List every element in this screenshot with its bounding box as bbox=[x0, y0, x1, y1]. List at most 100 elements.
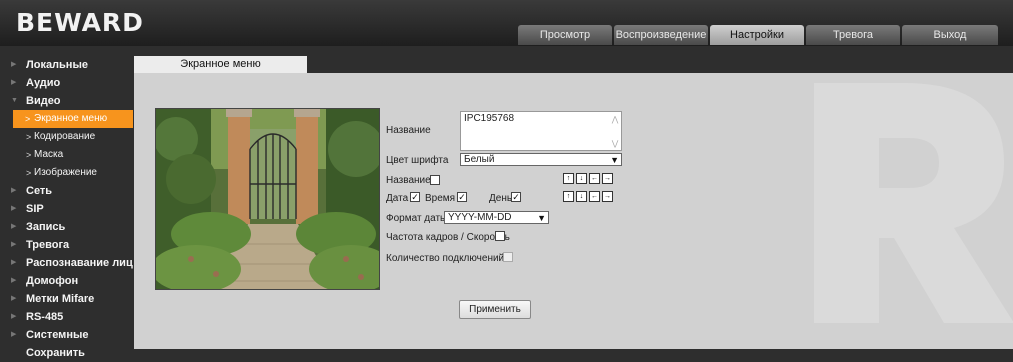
font-color-value: Белый bbox=[464, 154, 495, 165]
sidebar-item-alarm[interactable]: ▶ Тревога bbox=[0, 236, 133, 254]
datetime-position-buttons: ↑ ↓ ← → bbox=[563, 191, 615, 202]
checkmark-icon: ✓ bbox=[411, 192, 419, 202]
time-label: Время bbox=[425, 193, 456, 204]
osd-settings-panel: Название IPC195768 ⋀ ⋁ Цвет шрифта Белый … bbox=[134, 73, 1013, 349]
tab-playback[interactable]: Воспроизведение bbox=[614, 25, 708, 45]
collapsed-arrow-icon: ▶ bbox=[11, 331, 17, 338]
beward-watermark-icon bbox=[814, 83, 1013, 323]
apply-button[interactable]: Применить bbox=[459, 300, 531, 319]
sidebar-item-label: Системные bbox=[26, 329, 89, 341]
framerate-checkbox[interactable] bbox=[495, 231, 505, 241]
collapsed-arrow-icon: ▶ bbox=[11, 205, 17, 212]
sidebar-item-encoding[interactable]: > Кодирование bbox=[0, 128, 133, 146]
sidebar-item-label: Метки Mifare bbox=[26, 293, 95, 305]
tab-settings[interactable]: Настройки bbox=[710, 25, 804, 45]
tab-osd[interactable]: Экранное меню bbox=[134, 56, 307, 73]
collapsed-arrow-icon: ▶ bbox=[11, 295, 17, 302]
name-label: Название bbox=[386, 125, 431, 136]
date-format-label: Формат даты bbox=[386, 213, 448, 224]
collapsed-arrow-icon: ▶ bbox=[11, 241, 17, 248]
scroll-up-icon: ⋀ bbox=[611, 115, 619, 124]
camera-preview-image bbox=[156, 109, 379, 289]
time-checkbox[interactable]: ✓ bbox=[457, 192, 467, 202]
move-left-button[interactable]: ← bbox=[589, 173, 600, 184]
day-label: День bbox=[489, 193, 513, 204]
chevron-right-icon: > bbox=[26, 168, 32, 178]
tab-logout[interactable]: Выход bbox=[902, 25, 998, 45]
move-left-button[interactable]: ← bbox=[589, 191, 600, 202]
date-format-value: YYYY-MM-DD bbox=[448, 212, 512, 223]
sidebar-item-local[interactable]: ▶ Локальные bbox=[0, 56, 133, 74]
date-format-select[interactable]: YYYY-MM-DD ▼ bbox=[444, 211, 549, 224]
move-down-button[interactable]: ↓ bbox=[576, 173, 587, 184]
top-navigation: Просмотр Воспроизведение Настройки Трево… bbox=[518, 25, 998, 45]
day-checkbox[interactable]: ✓ bbox=[511, 192, 521, 202]
sidebar-item-label: Локальные bbox=[26, 59, 88, 71]
sidebar-item-label: Видео bbox=[26, 95, 61, 107]
connections-checkbox bbox=[503, 252, 513, 262]
sidebar-item-mifare[interactable]: ▶ Метки Mifare bbox=[0, 290, 133, 308]
sidebar-item-label: Сохранить bbox=[26, 347, 85, 359]
expanded-arrow-icon: ▼ bbox=[11, 97, 18, 104]
sidebar-item-label: Изображение bbox=[34, 167, 97, 178]
move-down-button[interactable]: ↓ bbox=[576, 191, 587, 202]
sidebar-item-network[interactable]: ▶ Сеть bbox=[0, 182, 133, 200]
collapsed-arrow-icon: ▶ bbox=[11, 277, 17, 284]
sidebar-item-label: Маска bbox=[34, 149, 64, 160]
sidebar-item-face-recognition[interactable]: ▶ Распознавание лиц bbox=[0, 254, 133, 272]
sidebar-item-label: Экранное меню bbox=[34, 113, 108, 124]
move-up-button[interactable]: ↑ bbox=[563, 173, 574, 184]
collapsed-arrow-icon: ▶ bbox=[11, 79, 17, 86]
sidebar-item-system[interactable]: ▶ Системные bbox=[0, 326, 133, 344]
collapsed-arrow-icon: ▶ bbox=[11, 187, 17, 194]
sidebar-item-video[interactable]: ▼ Видео bbox=[0, 92, 133, 110]
sidebar-item-audio[interactable]: ▶ Аудио bbox=[0, 74, 133, 92]
sidebar-item-save[interactable]: ▶Сохранить bbox=[0, 344, 133, 362]
checkmark-icon: ✓ bbox=[458, 192, 466, 202]
show-name-checkbox[interactable] bbox=[430, 175, 440, 185]
tab-alarm[interactable]: Тревога bbox=[806, 25, 900, 45]
sidebar-item-label: Аудио bbox=[26, 77, 61, 89]
name-input-value: IPC195768 bbox=[464, 113, 515, 124]
chevron-down-icon: ▼ bbox=[537, 213, 546, 223]
sidebar-item-label: Сеть bbox=[26, 185, 53, 197]
sidebar-item-rs485[interactable]: ▶ RS-485 bbox=[0, 308, 133, 326]
chevron-right-icon: > bbox=[26, 150, 32, 160]
sidebar-item-label: Кодирование bbox=[34, 131, 96, 142]
move-right-button[interactable]: → bbox=[602, 191, 613, 202]
sidebar-item-intercom[interactable]: ▶ Домофон bbox=[0, 272, 133, 290]
sidebar-item-osd[interactable]: > Экранное меню bbox=[13, 110, 133, 128]
font-color-label: Цвет шрифта bbox=[386, 155, 449, 166]
name-input[interactable]: IPC195768 ⋀ ⋁ bbox=[460, 111, 622, 151]
sidebar-item-mask[interactable]: > Маска bbox=[0, 146, 133, 164]
footer-strip bbox=[134, 349, 1013, 356]
sidebar-item-label: Распознавание лиц bbox=[26, 257, 133, 269]
collapsed-arrow-icon: ▶ bbox=[11, 259, 17, 266]
move-up-button[interactable]: ↑ bbox=[563, 191, 574, 202]
font-color-select[interactable]: Белый ▼ bbox=[460, 153, 622, 166]
move-right-button[interactable]: → bbox=[602, 173, 613, 184]
chevron-right-icon: > bbox=[26, 132, 32, 142]
beward-logo: BEWARD bbox=[16, 8, 144, 37]
connections-label: Количество подключений bbox=[386, 253, 505, 264]
sidebar-item-label: Тревога bbox=[26, 239, 70, 251]
show-name-label: Название bbox=[386, 175, 431, 186]
sidebar-item-sip[interactable]: ▶ SIP bbox=[0, 200, 133, 218]
chevron-down-icon: ▼ bbox=[610, 155, 619, 165]
collapsed-arrow-icon: ▶ bbox=[11, 223, 17, 230]
sidebar-item-label: Запись bbox=[26, 221, 66, 233]
sidebar-item-record[interactable]: ▶ Запись bbox=[0, 218, 133, 236]
sidebar-item-label: RS-485 bbox=[26, 311, 64, 323]
tab-view[interactable]: Просмотр bbox=[518, 25, 612, 45]
date-label: Дата bbox=[386, 193, 409, 204]
name-position-buttons: ↑ ↓ ← → bbox=[563, 173, 615, 184]
textarea-scrollbar[interactable]: ⋀ ⋁ bbox=[610, 114, 620, 149]
sidebar: ▶ Локальные ▶ Аудио ▼ Видео > Экранное меню … bbox=[0, 56, 133, 359]
chevron-right-icon: > bbox=[25, 114, 31, 124]
framerate-label: Частота кадров / Скорость bbox=[386, 232, 510, 243]
sidebar-item-label: Домофон bbox=[26, 275, 79, 287]
sidebar-item-image[interactable]: > Изображение bbox=[0, 164, 133, 182]
collapsed-arrow-icon: ▶ bbox=[11, 61, 17, 68]
date-checkbox[interactable]: ✓ bbox=[410, 192, 420, 202]
checkmark-icon: ✓ bbox=[512, 192, 520, 202]
